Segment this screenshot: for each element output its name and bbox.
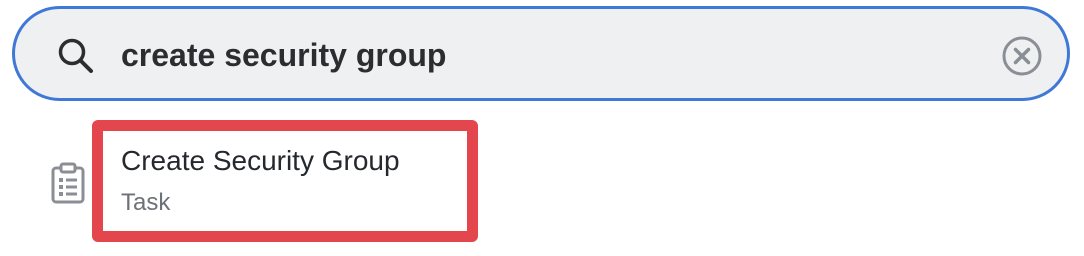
result-title: Create Security Group [121, 145, 400, 176]
search-result-item[interactable]: Create Security Group Task [92, 120, 478, 242]
search-icon [57, 37, 95, 75]
search-bar[interactable] [12, 6, 1070, 101]
search-input[interactable] [121, 27, 981, 83]
result-type-label: Task [121, 189, 171, 216]
search-page: Create Security Group Task [0, 0, 1084, 256]
close-circle-icon [1002, 36, 1042, 76]
clipboard-list-icon [50, 162, 86, 204]
clear-search-button[interactable] [1000, 34, 1044, 78]
